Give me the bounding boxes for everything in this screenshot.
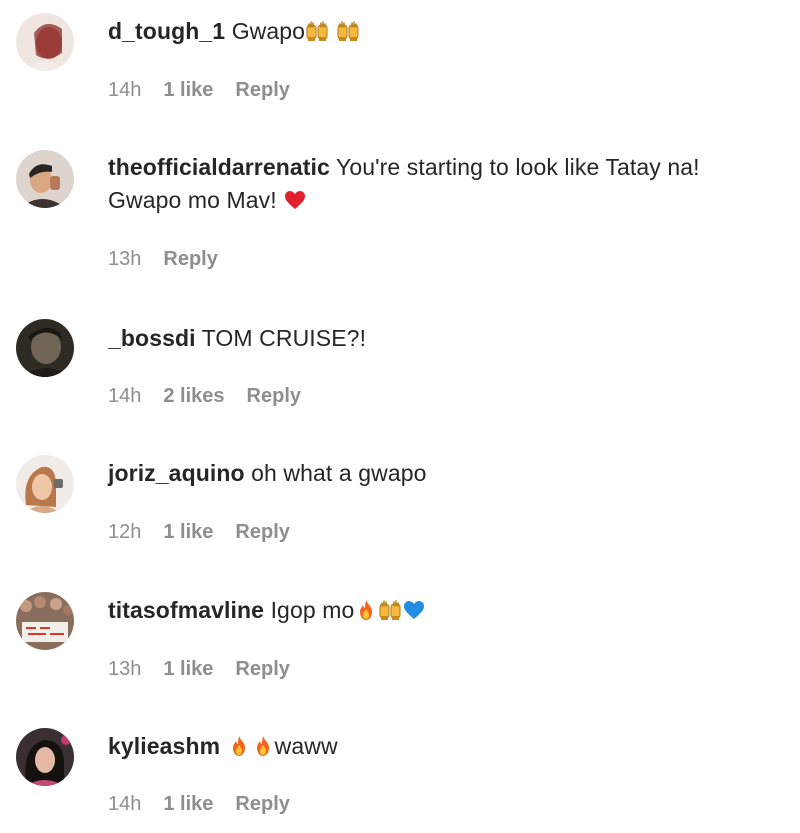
blue-heart-icon xyxy=(402,598,426,622)
comment-username[interactable]: titasofmavline xyxy=(108,597,264,623)
comment-likes[interactable]: 1 like xyxy=(163,521,213,543)
comment-likes[interactable]: 1 like xyxy=(163,793,213,815)
avatar[interactable] xyxy=(16,319,74,377)
comment-text: waww xyxy=(274,733,338,759)
reply-button[interactable]: Reply xyxy=(235,79,289,101)
comment-text: You're starting to look like Tatay na! xyxy=(336,154,700,180)
avatar[interactable] xyxy=(16,592,74,650)
comment-text-line2: Gwapo mo Mav! xyxy=(108,187,277,213)
red-heart-icon xyxy=(283,188,307,212)
fire-icon xyxy=(354,598,378,622)
avatar[interactable] xyxy=(16,13,74,71)
avatar[interactable] xyxy=(16,150,74,208)
fire-icon xyxy=(227,734,251,758)
avatar[interactable] xyxy=(16,455,74,513)
comment-username[interactable]: d_tough_1 xyxy=(108,18,225,44)
comment-text: oh what a gwapo xyxy=(251,460,427,486)
reply-button[interactable]: Reply xyxy=(235,658,289,680)
reply-button[interactable]: Reply xyxy=(235,793,289,815)
raising-hands-icon xyxy=(336,19,360,43)
raising-hands-icon xyxy=(378,598,402,622)
reply-button[interactable]: Reply xyxy=(247,385,301,407)
comment-likes[interactable]: 1 like xyxy=(163,658,213,680)
comment-username[interactable]: joriz_aquino xyxy=(108,460,245,486)
avatar[interactable] xyxy=(16,728,74,786)
comment-text: Igop mo xyxy=(270,597,355,623)
comment-text: Gwapo xyxy=(231,18,306,44)
comment-likes[interactable]: 1 like xyxy=(163,79,213,101)
comment-list: d_tough_1 Gwapo 14h 1 like Reply theoffici… xyxy=(0,0,800,833)
comment-likes[interactable]: 2 likes xyxy=(163,385,224,407)
reply-button[interactable]: Reply xyxy=(163,248,217,270)
fire-icon xyxy=(251,734,275,758)
comment-timestamp: 13h xyxy=(108,658,142,680)
comment-timestamp: 14h xyxy=(108,385,142,407)
comment-text: TOM CRUISE?! xyxy=(201,325,367,351)
comment-timestamp: 13h xyxy=(108,248,142,270)
comment-timestamp: 14h xyxy=(108,79,142,101)
comment-timestamp: 14h xyxy=(108,793,142,815)
comment-username[interactable]: _bossdi xyxy=(108,325,196,351)
comment-username[interactable]: kylieashm xyxy=(108,733,220,759)
comment-timestamp: 12h xyxy=(108,521,142,543)
reply-button[interactable]: Reply xyxy=(235,521,289,543)
raising-hands-icon xyxy=(305,19,329,43)
comment-username[interactable]: theofficialdarrenatic xyxy=(108,154,330,180)
